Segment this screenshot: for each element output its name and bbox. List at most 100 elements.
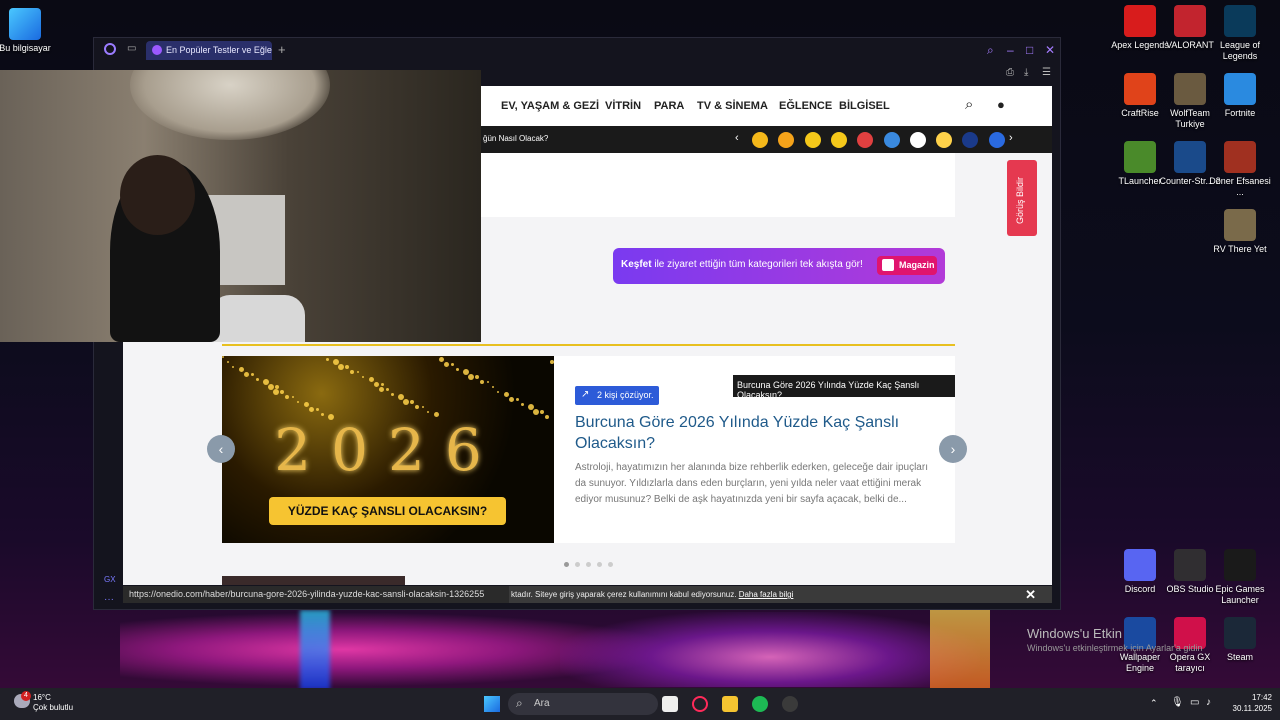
volume-icon[interactable]: ♪	[1206, 697, 1211, 708]
sparkle	[439, 357, 444, 362]
emoji-reaction-icon[interactable]	[936, 132, 953, 148]
desktop-icon-rvthereyet[interactable]: RV There Yet	[1208, 209, 1272, 255]
sparkle	[386, 388, 389, 391]
nav-eglence[interactable]: EĞLENCE	[779, 100, 832, 112]
weather-widget[interactable]: 16°C Çok bulutlu	[33, 693, 73, 713]
slide-image[interactable]: 2026 YÜZDE KAÇ ŞANSLI OLACAKSIN?	[222, 356, 554, 543]
desktop-icon-fortnite[interactable]: Fortnite	[1208, 73, 1272, 119]
nav-ev-yasam[interactable]: EV, YAŞAM & GEZİ	[501, 100, 599, 112]
emoji-reaction-icon[interactable]	[962, 132, 979, 148]
ticker-prev-icon[interactable]: ‹	[735, 132, 739, 144]
desktop-icon-lol[interactable]: League of Legends	[1208, 5, 1272, 62]
valorant-icon	[1174, 5, 1206, 37]
sparkle	[285, 395, 289, 399]
sparkle	[403, 399, 409, 405]
emoji-reaction-icon[interactable]	[804, 132, 821, 148]
sparkle	[304, 402, 309, 407]
network-icon[interactable]: ▭	[1190, 697, 1199, 708]
close-window-button[interactable]: ✕	[1045, 43, 1055, 57]
search-tabs-icon[interactable]: ⌕	[987, 43, 994, 58]
doner-icon	[1224, 141, 1256, 173]
emoji-reaction-icon[interactable]	[857, 132, 874, 148]
tabs-menu-icon[interactable]: ▭	[127, 43, 136, 54]
webcam-overlay	[0, 70, 481, 342]
emoji-reaction-icon[interactable]	[909, 132, 926, 148]
feedback-button[interactable]: Görüş Bildir	[1007, 160, 1037, 236]
obs-taskbar-icon[interactable]	[782, 696, 798, 712]
nav-tv-sinema[interactable]: TV & SİNEMA	[697, 100, 768, 112]
sparkle	[239, 367, 244, 372]
cookie-banner: ktadır. Siteye giriş yaparak çerez kulla…	[509, 586, 1052, 603]
slider-dot-active[interactable]	[564, 562, 569, 567]
emoji-reaction-icon[interactable]	[830, 132, 847, 148]
ticker-next-icon[interactable]: ›	[1009, 132, 1013, 144]
wolfteam-icon	[1174, 73, 1206, 105]
sparkle	[345, 365, 349, 369]
tab-onedio[interactable]: En Popüler Testler ve Eğle	[146, 41, 272, 60]
slide-title[interactable]: Burcuna Göre 2026 Yılında Yüzde Kaç Şans…	[575, 412, 905, 454]
sparkle	[326, 358, 329, 361]
taskbar-search[interactable]: ⌕ Ara	[508, 693, 658, 715]
desktop-icon-doner[interactable]: Döner Efsanesi ...	[1208, 141, 1272, 198]
sparkle	[350, 370, 354, 374]
slider-dot[interactable]	[575, 562, 580, 567]
download-icon[interactable]: ⤓	[1024, 67, 1028, 78]
microphone-icon[interactable]: 🎙	[1171, 697, 1184, 708]
section-divider	[222, 344, 955, 346]
sparkle	[451, 363, 454, 366]
desktop-icon-steam[interactable]: Steam	[1208, 617, 1272, 663]
opera-gx-taskbar-icon[interactable]	[692, 696, 708, 712]
sparkle	[292, 396, 294, 398]
magazin-button[interactable]: Magazin	[877, 256, 937, 275]
windows-start-icon[interactable]	[484, 696, 500, 712]
discover-banner[interactable]: Keşfet ile ziyaret ettiğin tüm kategoril…	[613, 248, 945, 284]
nav-bilgisel[interactable]: BİLGİSEL	[839, 100, 890, 112]
cookie-close-button[interactable]: ✕	[1025, 587, 1036, 603]
easy-setup-icon[interactable]: ☰	[1042, 67, 1051, 78]
tray-chevron-icon[interactable]: ⌃	[1150, 698, 1158, 709]
minimize-button[interactable]: –	[1007, 43, 1014, 57]
snapshot-icon[interactable]: ⎙	[1006, 67, 1014, 78]
nav-vitrin[interactable]: VİTRİN	[605, 100, 641, 112]
search-icon[interactable]: ⌕	[965, 96, 973, 113]
emoji-reaction-icon[interactable]	[778, 132, 795, 148]
sidebar-more-icon[interactable]: ···	[104, 594, 114, 605]
slider-next-button[interactable]: ›	[939, 435, 967, 463]
slider-prev-button[interactable]: ‹	[207, 435, 235, 463]
maximize-button[interactable]: □	[1026, 43, 1033, 57]
nav-para[interactable]: PARA	[654, 100, 684, 112]
spotify-icon[interactable]	[752, 696, 768, 712]
sparkle	[222, 356, 224, 358]
sparkle	[309, 407, 314, 412]
gx-sidebar-label[interactable]: GX	[104, 575, 116, 584]
epic-icon	[1224, 549, 1256, 581]
sparkle	[480, 380, 484, 384]
ticker-text[interactable]: ğün Nasıl Olacak?	[483, 134, 548, 143]
emoji-reaction-icon[interactable]	[883, 132, 900, 148]
wallpaper-neon	[930, 610, 990, 690]
file-explorer-icon[interactable]	[722, 696, 738, 712]
next-article-thumb[interactable]	[222, 576, 405, 585]
emoji-reaction-icon[interactable]	[988, 132, 1005, 148]
slider-dot[interactable]	[586, 562, 591, 567]
desktop-icon-this-pc[interactable]: Bu bilgisayar	[0, 8, 57, 54]
user-icon[interactable]: ●	[997, 97, 1005, 112]
sparkle	[509, 397, 514, 402]
sparkle	[338, 364, 344, 370]
sparkle	[297, 401, 299, 403]
taskbar-clock[interactable]: 17:42 30.11.2025	[1222, 692, 1272, 714]
opera-logo-icon[interactable]	[104, 43, 116, 55]
wallpaper-neon	[560, 612, 980, 687]
chair	[210, 295, 305, 342]
sparkle	[516, 398, 519, 401]
slider-dot[interactable]	[608, 562, 613, 567]
emoji-reaction-icon[interactable]	[752, 132, 768, 148]
new-tab-button[interactable]: +	[278, 42, 286, 57]
activation-watermark-sub: Windows'u etkinleştirmek için Ayarlar'a …	[1027, 643, 1203, 653]
task-view-icon[interactable]	[662, 696, 678, 712]
desktop-icon-epic[interactable]: Epic Games Launcher	[1208, 549, 1272, 606]
sparkle	[415, 405, 419, 409]
cookie-more-link[interactable]: Daha fazla bilgi	[739, 590, 794, 599]
sparkle	[357, 371, 359, 373]
slider-dot[interactable]	[597, 562, 602, 567]
